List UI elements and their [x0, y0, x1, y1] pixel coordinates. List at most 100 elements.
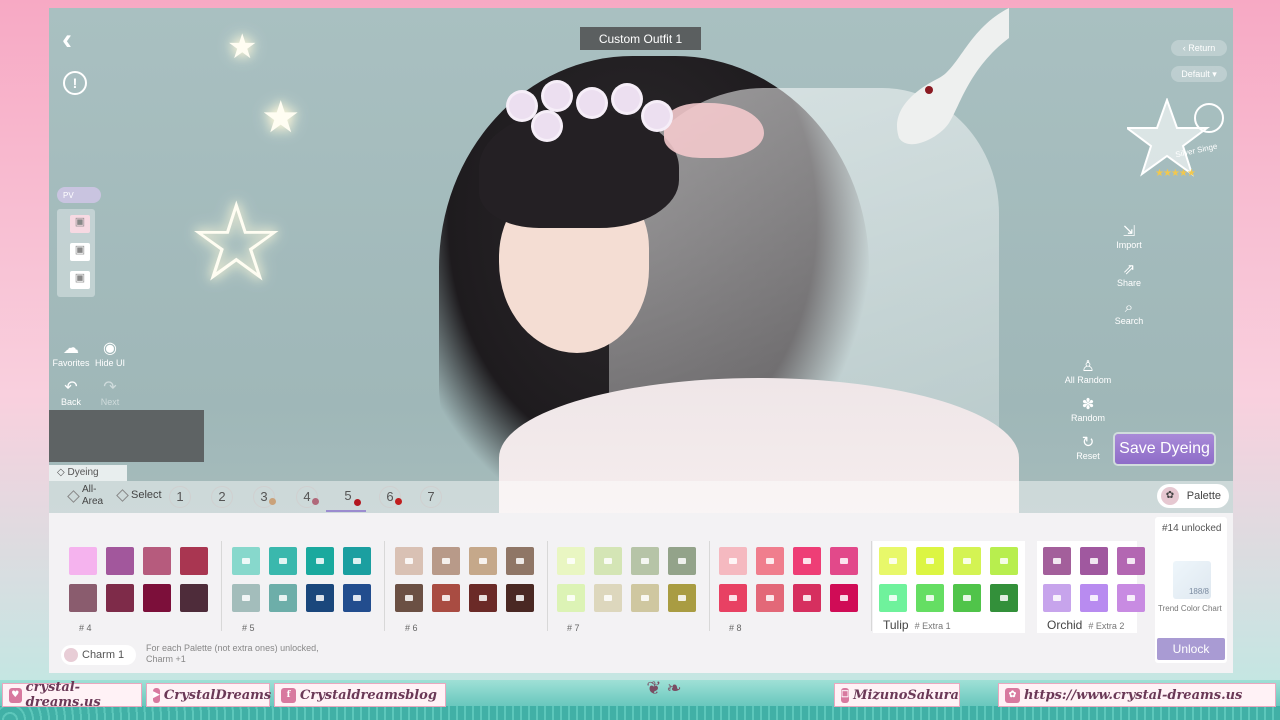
share-button[interactable]: ⇗ Share — [1107, 260, 1151, 288]
color-swatch[interactable] — [106, 547, 134, 575]
color-swatch[interactable] — [232, 584, 260, 612]
color-swatch[interactable] — [1080, 584, 1108, 612]
color-swatch[interactable] — [180, 584, 208, 612]
color-swatch[interactable] — [631, 584, 659, 612]
area-tab-5[interactable]: 5 — [337, 486, 361, 508]
default-dropdown[interactable]: Default ▾ — [1171, 66, 1227, 82]
footer-link[interactable]: f Crystaldreamsblog — [274, 683, 446, 707]
random-button[interactable]: ✽ Random — [1066, 395, 1110, 423]
area-tab-2[interactable]: 2 — [211, 486, 233, 508]
pv-toggle[interactable]: PV — [57, 187, 101, 203]
footer-link[interactable]: ▶ CrystalDreams — [146, 683, 271, 707]
dyeing-tab[interactable]: ◇ Dyeing — [49, 465, 127, 481]
trend-color-chart-thumbnail[interactable]: 188/8 — [1173, 561, 1211, 599]
footer-link[interactable]: ✿ https://www.crystal-dreams.us — [998, 683, 1276, 707]
color-swatch[interactable] — [594, 547, 622, 575]
color-swatch[interactable] — [1117, 584, 1145, 612]
return-button[interactable]: ‹ Return — [1171, 40, 1227, 56]
color-swatch[interactable] — [232, 547, 260, 575]
color-swatch[interactable] — [269, 547, 297, 575]
color-swatch[interactable] — [879, 584, 907, 612]
color-swatch[interactable] — [953, 584, 981, 612]
import-button[interactable]: ⇲ Import — [1107, 222, 1151, 250]
color-swatch[interactable] — [180, 547, 208, 575]
area-tab-4[interactable]: 4 — [296, 486, 319, 508]
color-swatch[interactable] — [306, 547, 334, 575]
color-swatch[interactable] — [953, 547, 981, 575]
chevron-left-icon[interactable]: ‹ — [62, 23, 72, 57]
color-swatch[interactable] — [990, 547, 1018, 575]
color-swatch[interactable] — [557, 547, 585, 575]
color-swatch[interactable] — [432, 547, 460, 575]
palette-button[interactable]: ✿ Palette — [1157, 484, 1229, 508]
select-option[interactable]: Select — [116, 488, 162, 502]
color-swatch[interactable] — [1117, 547, 1145, 575]
all-random-button[interactable]: ♙ All Random — [1060, 357, 1116, 385]
back-label: Back — [60, 397, 81, 407]
hide-ui-button[interactable]: ◉ Hide UI — [90, 338, 130, 368]
all-area-option[interactable]: All- Area — [67, 484, 103, 508]
color-swatch[interactable] — [719, 584, 747, 612]
search-button[interactable]: ⌕ Search — [1107, 299, 1151, 326]
color-swatch[interactable] — [395, 584, 423, 612]
favorites-button[interactable]: ☁ Favorites — [51, 338, 91, 368]
unlock-button[interactable]: Unlock — [1157, 638, 1225, 660]
area-tab-7[interactable]: 7 — [420, 486, 442, 508]
color-swatch[interactable] — [756, 547, 784, 575]
area-tab-1[interactable]: 1 — [169, 486, 191, 508]
color-swatch[interactable] — [594, 584, 622, 612]
color-swatch[interactable] — [506, 584, 534, 612]
color-swatch[interactable] — [69, 584, 97, 612]
color-swatch[interactable] — [668, 584, 696, 612]
save-dyeing-button[interactable]: Save Dyeing — [1115, 434, 1214, 464]
color-swatch[interactable] — [719, 547, 747, 575]
color-swatch[interactable] — [143, 547, 171, 575]
color-swatch[interactable] — [395, 547, 423, 575]
shirt-icon[interactable]: ▣ — [70, 215, 90, 233]
favorites-label: Favorites — [52, 358, 90, 368]
area-tab-3[interactable]: 3 — [253, 486, 276, 508]
color-swatch[interactable] — [793, 584, 821, 612]
color-swatch[interactable] — [343, 584, 371, 612]
color-swatch[interactable] — [69, 547, 97, 575]
color-swatch[interactable] — [1043, 547, 1071, 575]
color-swatch[interactable] — [106, 584, 134, 612]
color-swatch[interactable] — [631, 547, 659, 575]
color-swatch[interactable] — [990, 584, 1018, 612]
color-swatch[interactable] — [143, 584, 171, 612]
reset-button[interactable]: ↻ Reset — [1066, 433, 1110, 461]
footer-link[interactable]: ☐ MizunoSakura — [834, 683, 960, 707]
color-swatch[interactable] — [830, 584, 858, 612]
next-button[interactable]: ↷ Next — [90, 377, 130, 407]
lock-icon — [926, 558, 934, 564]
palette-group-label: # 6 — [405, 623, 418, 633]
share-icon: ⇗ — [1122, 261, 1136, 278]
area-tab-6[interactable]: 6 — [379, 486, 402, 508]
color-swatch[interactable] — [916, 547, 944, 575]
exclamation-circle-icon[interactable]: ! — [63, 71, 87, 95]
color-swatch[interactable] — [1080, 547, 1108, 575]
color-swatch[interactable] — [756, 584, 784, 612]
color-swatch[interactable] — [343, 547, 371, 575]
character-scene: ★ ★ ☆ — [49, 8, 1233, 538]
color-swatch[interactable] — [879, 547, 907, 575]
color-swatch[interactable] — [269, 584, 297, 612]
color-swatch[interactable] — [668, 547, 696, 575]
outfit-title[interactable]: Custom Outfit 1 — [580, 27, 701, 50]
color-swatch[interactable] — [306, 584, 334, 612]
color-swatch[interactable] — [469, 547, 497, 575]
color-swatch[interactable] — [793, 547, 821, 575]
color-swatch[interactable] — [557, 584, 585, 612]
color-swatch[interactable] — [1043, 584, 1071, 612]
back-button[interactable]: ↶ Back — [51, 377, 91, 407]
color-swatch[interactable] — [469, 584, 497, 612]
color-swatch[interactable] — [432, 584, 460, 612]
color-swatch[interactable] — [506, 547, 534, 575]
shirt-icon[interactable]: ▣ — [70, 271, 90, 289]
undo-icon: ↶ — [64, 379, 78, 396]
color-swatch[interactable] — [830, 547, 858, 575]
footer-link[interactable]: ♥ crystal-dreams.us — [2, 680, 142, 710]
shirt-icon[interactable]: ▣ — [70, 243, 90, 261]
palette-group-label: # 4 — [79, 623, 92, 633]
color-swatch[interactable] — [916, 584, 944, 612]
